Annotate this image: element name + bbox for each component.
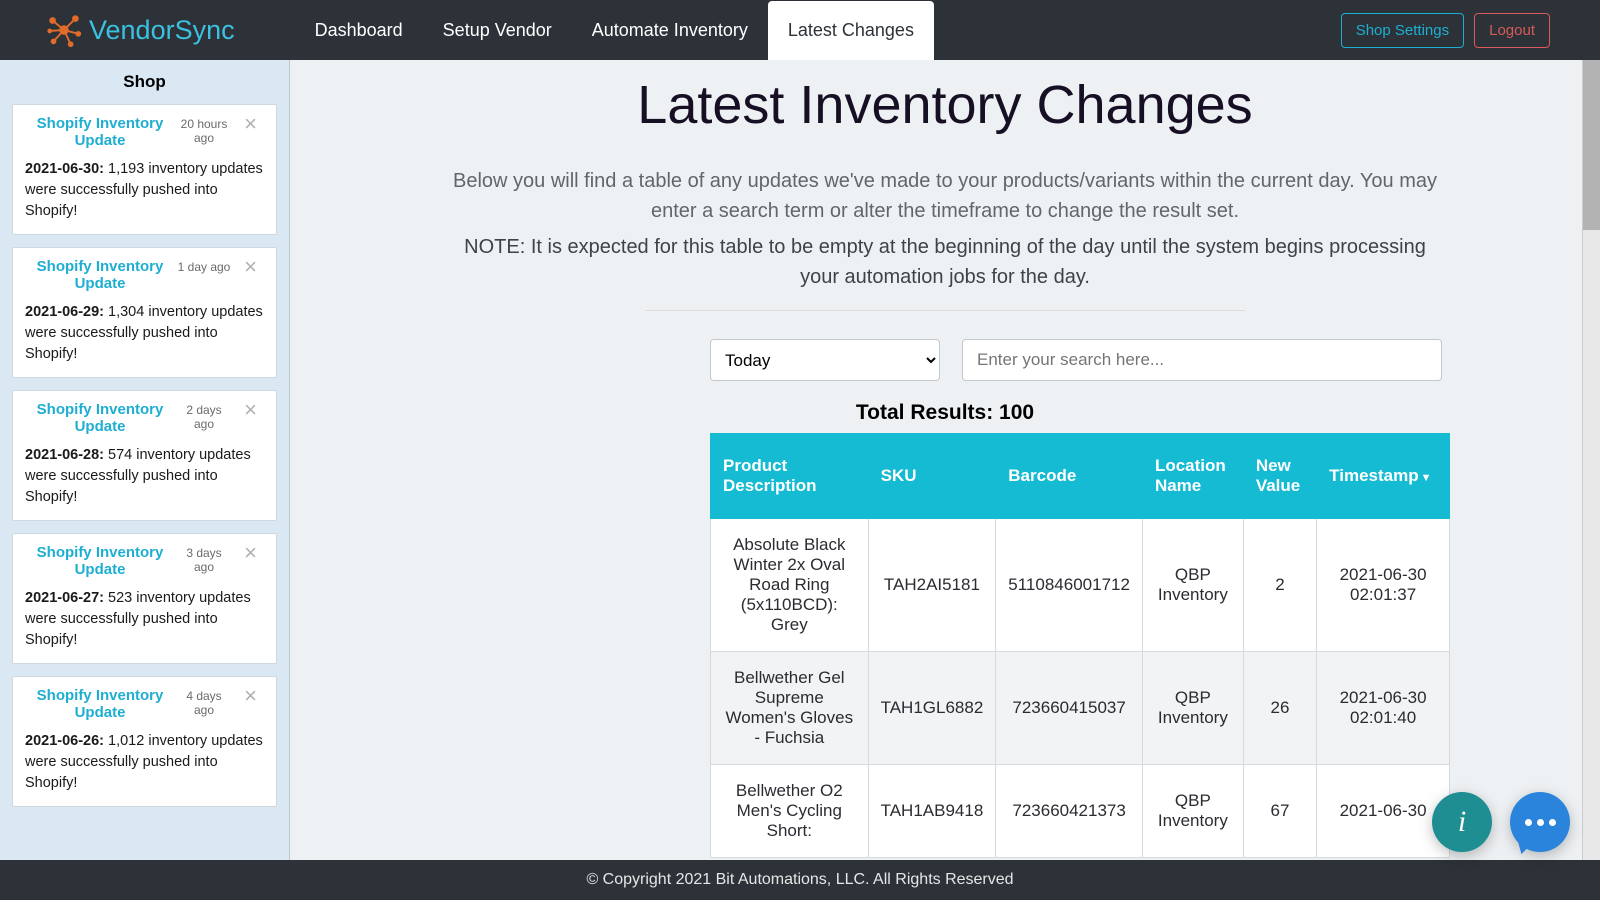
table-cell: 723660415037 (996, 652, 1143, 765)
notification-time: 20 hours ago (175, 117, 233, 145)
info-icon: i (1458, 805, 1466, 839)
table-cell: 2 (1243, 519, 1316, 652)
close-icon[interactable]: × (233, 544, 257, 562)
table-cell: QBP Inventory (1142, 765, 1243, 858)
notification-time: 3 days ago (175, 546, 233, 574)
logo-text: VendorSync (89, 15, 235, 46)
notification-card: Shopify Inventory Update20 hours ago× 202… (12, 104, 277, 235)
notification-body: 2021-06-29: 1,304 inventory updates were… (25, 302, 264, 365)
notification-body: 2021-06-26: 1,012 inventory updates were… (25, 731, 264, 794)
table-cell: 5110846001712 (996, 519, 1143, 652)
controls-row: Today (290, 339, 1600, 381)
column-header[interactable]: Product Description (711, 434, 869, 519)
close-icon[interactable]: × (233, 687, 257, 705)
notification-time: 2 days ago (175, 403, 233, 431)
table-cell: Bellwether Gel Supreme Women's Gloves - … (711, 652, 869, 765)
chat-fab[interactable] (1510, 792, 1570, 852)
page-lead: Below you will find a table of any updat… (450, 166, 1440, 226)
table-cell: 26 (1243, 652, 1316, 765)
table-cell: 2021-06-30 02:01:40 (1317, 652, 1450, 765)
logo-icon (45, 11, 83, 49)
page-title: Latest Inventory Changes (290, 74, 1600, 136)
sort-desc-icon (1419, 466, 1432, 485)
notification-title[interactable]: Shopify Inventory Update (25, 401, 175, 435)
search-input[interactable] (962, 339, 1442, 381)
footer-text: © Copyright 2021 Bit Automations, LLC. A… (586, 871, 1013, 889)
notification-title[interactable]: Shopify Inventory Update (25, 544, 175, 578)
main-content: Latest Inventory Changes Below you will … (290, 60, 1600, 860)
table-cell: 723660421373 (996, 765, 1143, 858)
table-cell: 2021-06-30 02:01:37 (1317, 519, 1450, 652)
column-header[interactable]: SKU (868, 434, 996, 519)
total-results-value: 100 (999, 401, 1034, 424)
notification-title[interactable]: Shopify Inventory Update (25, 687, 175, 721)
table-cell: 2021-06-30 (1317, 765, 1450, 858)
notification-time: 1 day ago (175, 260, 233, 274)
nav-items: DashboardSetup VendorAutomate InventoryL… (295, 1, 934, 60)
table-cell: Absolute Black Winter 2x Oval Road Ring … (711, 519, 869, 652)
scrollbar[interactable] (1582, 60, 1600, 860)
table-header-row: Product DescriptionSKUBarcodeLocation Na… (711, 434, 1450, 519)
chat-icon (1525, 819, 1556, 826)
nav-item-automate-inventory[interactable]: Automate Inventory (572, 1, 768, 60)
table-row: Bellwether O2 Men's Cycling Short:TAH1AB… (711, 765, 1450, 858)
close-icon[interactable]: × (233, 401, 257, 419)
table-cell: TAH2AI5181 (868, 519, 996, 652)
notification-card: Shopify Inventory Update4 days ago× 2021-… (12, 676, 277, 807)
column-header[interactable]: Barcode (996, 434, 1143, 519)
total-results: Total Results: 100 (290, 401, 1600, 425)
results-table: Product DescriptionSKUBarcodeLocation Na… (710, 433, 1450, 858)
column-header[interactable]: New Value (1243, 434, 1316, 519)
top-nav: VendorSync DashboardSetup VendorAutomate… (0, 0, 1600, 60)
total-results-label: Total Results: (856, 401, 999, 424)
nav-item-setup-vendor[interactable]: Setup Vendor (423, 1, 572, 60)
info-fab[interactable]: i (1432, 792, 1492, 852)
nav-item-dashboard[interactable]: Dashboard (295, 1, 423, 60)
divider (645, 310, 1245, 311)
shop-settings-button[interactable]: Shop Settings (1341, 13, 1464, 48)
nav-item-latest-changes[interactable]: Latest Changes (768, 1, 934, 60)
table-cell: 67 (1243, 765, 1316, 858)
table-cell: QBP Inventory (1142, 652, 1243, 765)
sidebar-title: Shop (12, 72, 277, 92)
notification-title[interactable]: Shopify Inventory Update (25, 258, 175, 292)
notification-title[interactable]: Shopify Inventory Update (25, 115, 175, 149)
scrollbar-thumb[interactable] (1583, 60, 1600, 230)
page-note: NOTE: It is expected for this table to b… (450, 232, 1440, 292)
column-header[interactable]: Location Name (1142, 434, 1243, 519)
notification-card: Shopify Inventory Update3 days ago× 2021-… (12, 533, 277, 664)
nav-right: Shop Settings Logout (1341, 13, 1550, 48)
footer: © Copyright 2021 Bit Automations, LLC. A… (0, 860, 1600, 900)
notification-time: 4 days ago (175, 689, 233, 717)
notification-card: Shopify Inventory Update1 day ago× 2021-0… (12, 247, 277, 378)
notification-body: 2021-06-27: 523 inventory updates were s… (25, 588, 264, 651)
notification-card: Shopify Inventory Update2 days ago× 2021-… (12, 390, 277, 521)
period-select[interactable]: Today (710, 339, 940, 381)
table-cell: QBP Inventory (1142, 519, 1243, 652)
table-cell: TAH1AB9418 (868, 765, 996, 858)
sidebar: Shop Shopify Inventory Update20 hours ag… (0, 60, 290, 860)
table-cell: Bellwether O2 Men's Cycling Short: (711, 765, 869, 858)
notification-body: 2021-06-30: 1,193 inventory updates were… (25, 159, 264, 222)
table-row: Bellwether Gel Supreme Women's Gloves - … (711, 652, 1450, 765)
logout-button[interactable]: Logout (1474, 13, 1550, 48)
table-row: Absolute Black Winter 2x Oval Road Ring … (711, 519, 1450, 652)
logo[interactable]: VendorSync (45, 11, 235, 49)
close-icon[interactable]: × (233, 115, 257, 133)
table-cell: TAH1GL6882 (868, 652, 996, 765)
close-icon[interactable]: × (233, 258, 257, 276)
notification-body: 2021-06-28: 574 inventory updates were s… (25, 445, 264, 508)
column-header[interactable]: Timestamp (1317, 434, 1450, 519)
